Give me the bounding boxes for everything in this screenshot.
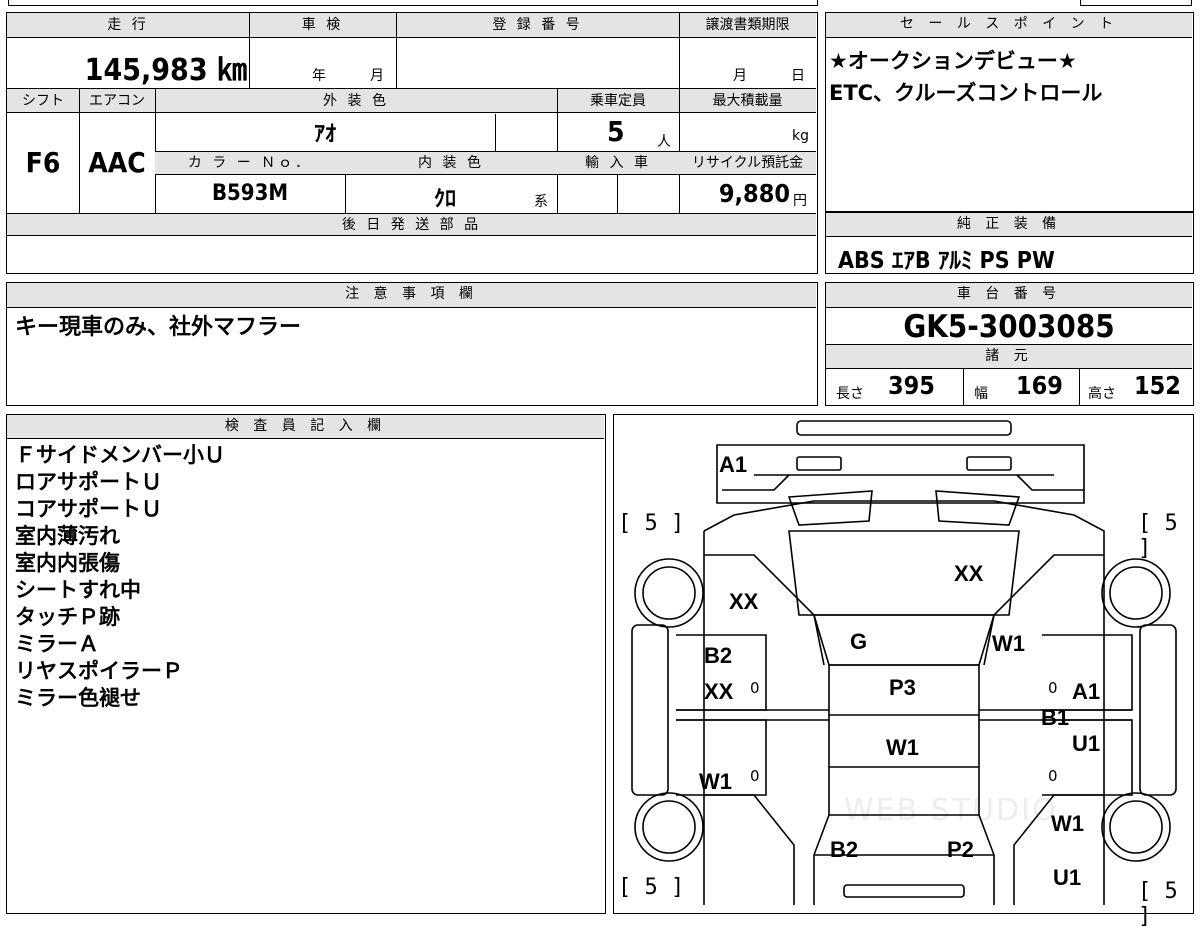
zero-mark: 0 [750,767,760,785]
recycle-value: 9,880 [718,179,790,208]
inspection-year: 年 [312,68,326,84]
max-load-label: 最大積載量 [712,93,783,109]
length-value: 395 [888,371,935,400]
mark-left-fender: XX [729,589,759,614]
length-label: 長さ [836,386,864,402]
height-value: 152 [1134,371,1181,400]
chassis-value: GK5-3003085 [903,309,1115,345]
mark-left-front-door-2: XX [704,679,734,704]
registration-label: 登 録 番 号 [492,17,583,33]
mark-windshield: G [850,629,868,654]
inspection-month: 月 [370,68,384,84]
mark-right-pillar: W1 [992,631,1025,656]
transfer-label: 譲渡書類期限 [705,17,790,33]
mileage-label: 走 行 [107,17,149,33]
height-label: 高さ [1088,386,1116,402]
inspector-line: Ｆサイドメンバー小Ｕ [15,443,225,467]
notes-box: 注 意 事 項 欄 キー現車のみ、社外マフラー [6,282,818,406]
chassis-label: 車 台 番 号 [826,283,1192,308]
mark-left-rear-door: W1 [699,769,732,794]
sales-point-line-2: ETC、クルーズコントロール [829,81,1103,105]
sales-points-box: セ ー ル ス ポ イ ン ト ★オークションデビュー★ ETC、クルーズコント… [825,12,1194,212]
recycle-label: リサイクル預託金 [691,155,804,171]
mark-front-bumper: A1 [719,452,748,477]
car-diagram-box: [ 5 ] [ 5 ] [ 5 ] [ 5 ] A1 XX XX G W1 B2… [613,414,1194,929]
inspector-line: 室内内張傷 [15,551,120,575]
shift-value: F6 [25,146,61,179]
inspector-line: 室内薄汚れ [15,524,120,548]
mark-rear-left: B2 [830,837,859,862]
tire-rear-left: [ 5 ] [618,875,685,900]
equipment-box: 純 正 装 備 ABS ｴｱB ｱﾙﾐ PS PW [825,212,1194,274]
zero-mark: 0 [1048,679,1058,697]
inspector-line: ロアサポートＵ [15,470,162,494]
inspector-line: リヤスポイラーＰ [15,659,183,683]
mark-hood: XX [954,561,984,586]
interior-color-label: 内 装 色 [418,155,484,171]
top-strip-right [1080,0,1192,6]
color-no-label: カ ラ ー Ｎｏ． [187,155,313,171]
inspector-label: 検 査 員 記 入 欄 [7,415,604,439]
sales-points-label: セ ー ル ス ポ イ ン ト [826,13,1192,38]
inspector-line: コアサポートＵ [15,497,162,521]
transfer-month: 月 [733,68,747,84]
shift-label: シフト [22,93,64,109]
capacity-value: 5 [607,115,625,148]
inspection-label: 車 検 [301,17,344,33]
watermark: WEB STUDIO [844,793,1058,828]
exterior-color-label: 外 装 色 [323,93,389,109]
exterior-color-value: ｱｵ [313,122,336,147]
mark-left-front-door-1: B2 [704,643,733,668]
top-strip [8,0,818,6]
inspector-line: タッチＰ跡 [15,605,120,629]
later-parts-label: 後 日 発 送 部 品 [341,217,482,233]
zero-mark: 0 [1048,767,1058,785]
sales-point-line-1: ★オークションデビュー★ [829,49,1077,73]
mark-right-rear-quarter: U1 [1053,865,1082,890]
import-label: 輸 入 車 [585,155,651,171]
notes-value: キー現車のみ、社外マフラー [15,315,302,340]
zero-mark: 0 [750,679,760,697]
aircon-label: エアコン [89,93,145,109]
capacity-label: 乗車定員 [590,93,646,109]
inspector-box: 検 査 員 記 入 欄 Ｆサイドメンバー小Ｕ ロアサポートＵ コアサポートＵ 室… [6,414,606,914]
equipment-label: 純 正 装 備 [826,213,1192,237]
mark-right-front-door-1: A1 [1072,679,1101,704]
equipment-value: ABS ｴｱB ｱﾙﾐ PS PW [838,248,1055,274]
capacity-unit: 人 [657,134,671,150]
mark-roof-rear: W1 [886,735,919,760]
mileage-value: 145,983 ㎞ [84,53,247,88]
mark-roof: P3 [889,675,916,700]
vehicle-info-box: 走 行 車 検 登 録 番 号 譲渡書類期限 145,983 ㎞ 年 月 月 日… [6,12,818,274]
mark-rear-right: P2 [947,837,974,862]
recycle-unit: 円 [793,193,807,209]
width-value: 169 [1016,371,1063,400]
max-load-unit: kg [792,128,809,144]
specs-label: 諸 元 [826,344,1192,369]
width-label: 幅 [974,386,988,402]
tire-front-right: [ 5 ] [1138,511,1178,561]
tire-rear-right: [ 5 ] [1138,879,1178,929]
chassis-box: 車 台 番 号 GK5-3003085 諸 元 長さ 395 幅 169 高さ … [825,282,1194,406]
inspector-line: シートすれ中 [15,578,141,602]
inspector-line: ミラーＡ [15,632,99,656]
tire-front-left: [ 5 ] [618,511,685,536]
transfer-day: 日 [791,68,805,84]
interior-color-suffix: 系 [534,194,548,210]
mark-right-front-door-2: B1 [1041,705,1070,730]
color-no-value: B593M [211,181,289,206]
interior-color-value: ｸﾛ [433,187,456,212]
aircon-value: AAC [88,146,146,179]
notes-label: 注 意 事 項 欄 [7,283,816,308]
car-outline [631,420,1177,905]
inspector-line: ミラー色褪せ [15,686,141,710]
mark-right-rear-door: U1 [1072,731,1101,756]
